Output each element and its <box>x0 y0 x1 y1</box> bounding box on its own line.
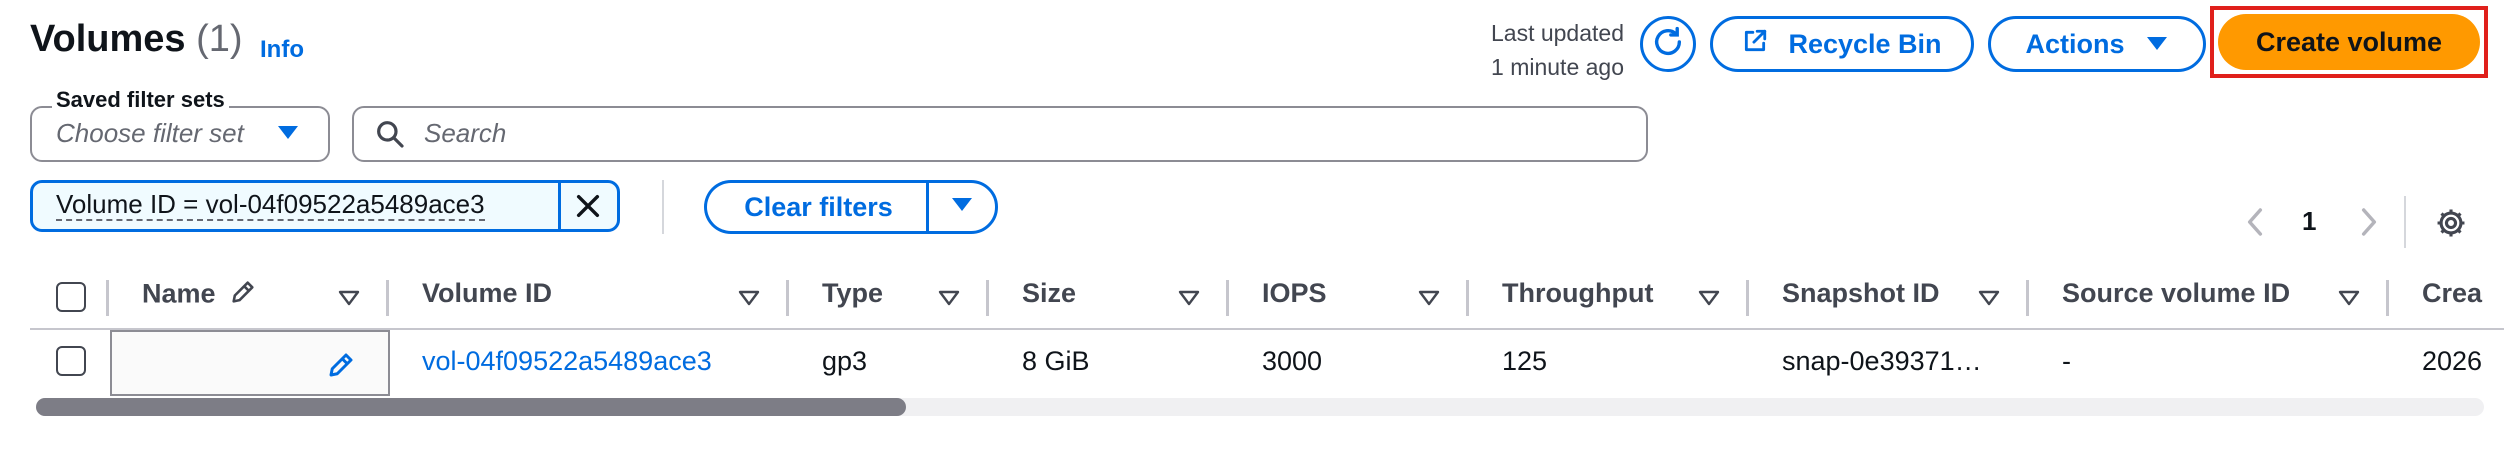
caret-down-icon[interactable] <box>338 290 360 311</box>
info-link[interactable]: Info <box>260 36 304 64</box>
table-header-divider <box>30 328 2504 330</box>
filter-divider <box>662 180 664 234</box>
caret-down-icon[interactable] <box>1178 290 1200 311</box>
last-updated-value: 1 minute ago <box>1491 54 1624 80</box>
cell-snapshot-id: snap-0e39371… <box>1782 346 1982 376</box>
cell-created: 2026 <box>2422 346 2483 376</box>
cell-type: gp3 <box>822 346 868 376</box>
gear-icon[interactable] <box>2434 206 2468 245</box>
page-title-text: Volumes <box>30 18 186 60</box>
chevron-right-icon[interactable] <box>2358 206 2380 243</box>
caret-down-icon[interactable] <box>938 290 960 311</box>
pencil-icon <box>229 278 257 313</box>
cell-source-volume-id: - <box>2062 346 2071 376</box>
external-link-icon <box>1742 28 1768 61</box>
column-divider <box>386 280 389 316</box>
caret-down-icon[interactable] <box>738 290 760 311</box>
column-header-volume-id[interactable]: Volume ID <box>422 278 552 309</box>
page-title: Volumes (1) <box>30 18 243 61</box>
column-header-name-label: Name <box>142 278 216 309</box>
caret-down-icon <box>2145 29 2169 60</box>
cell-iops: 3000 <box>1262 346 1323 376</box>
column-header-type[interactable]: Type <box>822 278 883 309</box>
actions-label: Actions <box>2025 28 2125 59</box>
saved-filter-sets-label: Saved filter sets <box>52 87 229 113</box>
column-divider <box>986 280 989 316</box>
clear-filters-dropdown-button[interactable] <box>926 180 998 234</box>
caret-down-icon[interactable] <box>1978 290 2000 311</box>
column-divider <box>106 280 109 316</box>
recycle-bin-label: Recycle Bin <box>1788 28 1942 59</box>
column-divider <box>1226 280 1229 316</box>
create-volume-button[interactable]: Create volume <box>2218 14 2480 70</box>
cell-size: 8 GiB <box>1022 346 1090 376</box>
select-all-checkbox[interactable] <box>56 282 86 312</box>
column-header-snapshot-id[interactable]: Snapshot ID <box>1782 278 1940 309</box>
horizontal-scrollbar-thumb[interactable] <box>36 398 906 416</box>
filter-token-divider <box>558 180 561 232</box>
filter-token-text[interactable]: Volume ID = vol-04f09522a5489ace3 <box>56 189 485 221</box>
cell-throughput: 125 <box>1502 346 1548 376</box>
column-header-source-volume-id[interactable]: Source volume ID <box>2062 278 2290 309</box>
saved-filter-sets-placeholder: Choose filter set <box>56 118 244 148</box>
column-divider <box>1466 280 1469 316</box>
last-updated-label: Last updated <box>1490 20 1624 46</box>
pencil-icon[interactable] <box>326 350 356 385</box>
column-divider <box>2026 280 2029 316</box>
resource-count: (1) <box>196 18 243 60</box>
search-input[interactable] <box>352 106 1648 162</box>
page-number[interactable]: 1 <box>2302 206 2316 237</box>
volume-id-link[interactable]: vol-04f09522a5489ace3 <box>422 346 712 377</box>
row-checkbox[interactable] <box>56 346 86 376</box>
caret-down-icon[interactable] <box>1698 290 1720 311</box>
column-divider <box>2386 280 2389 316</box>
chevron-left-icon[interactable] <box>2244 206 2266 243</box>
clear-filters-button[interactable]: Clear filters <box>704 180 930 234</box>
actions-dropdown-button[interactable]: Actions <box>1988 16 2206 72</box>
column-divider <box>1746 280 1749 316</box>
column-header-size[interactable]: Size <box>1022 278 1076 309</box>
caret-down-icon <box>950 196 974 219</box>
search-placeholder: Search <box>424 118 507 148</box>
column-header-throughput[interactable]: Throughput <box>1502 278 1653 309</box>
caret-down-icon[interactable] <box>2338 290 2360 311</box>
pagination-divider <box>2404 196 2406 248</box>
search-icon <box>374 118 406 155</box>
recycle-bin-button[interactable]: Recycle Bin <box>1710 16 1974 72</box>
column-header-name[interactable]: Name <box>142 278 257 313</box>
refresh-icon <box>1651 25 1685 64</box>
column-header-iops[interactable]: IOPS <box>1262 278 1327 309</box>
caret-down-icon[interactable] <box>1418 290 1440 311</box>
close-icon[interactable] <box>572 190 604 227</box>
last-updated: Last updated 1 minute ago <box>1400 16 1624 84</box>
column-header-created[interactable]: Crea <box>2422 278 2504 309</box>
column-divider <box>786 280 789 316</box>
caret-down-icon <box>276 124 300 147</box>
refresh-button[interactable] <box>1640 16 1696 72</box>
